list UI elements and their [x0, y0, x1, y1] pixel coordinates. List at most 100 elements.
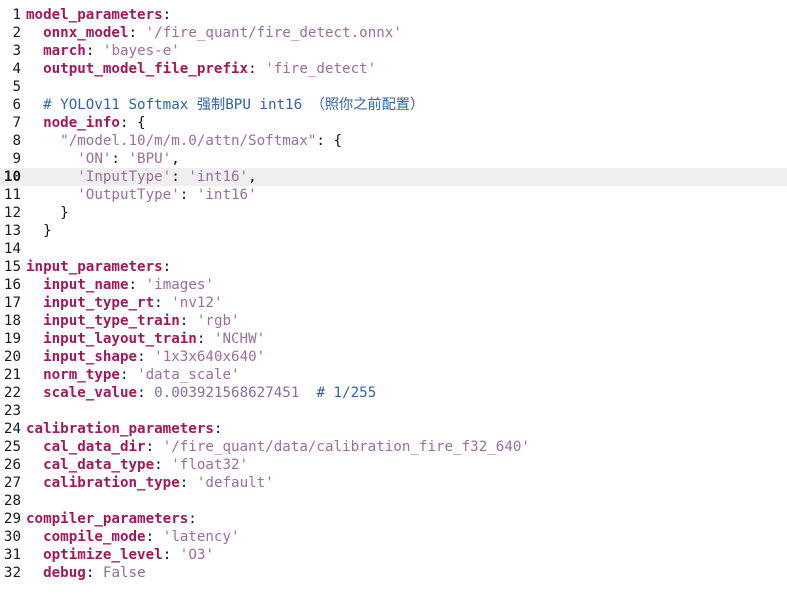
string-value: 'nv12' — [171, 295, 223, 311]
code-line[interactable]: 15 input_parameters: — [0, 258, 787, 276]
line-number: 16 — [3, 277, 21, 293]
yaml-key: debug — [43, 565, 86, 581]
code-line[interactable]: 21 norm_type: 'data_scale' — [0, 366, 787, 384]
punctuation: : — [145, 439, 163, 455]
code-line[interactable]: 31 optimize_level: 'O3' — [0, 546, 787, 564]
code-line[interactable]: 13 } — [0, 222, 787, 240]
string-value: "/model.10/m/m.0/attn/Softmax" — [60, 133, 317, 149]
code-line[interactable]: 17 input_type_rt: 'nv12' — [0, 294, 787, 312]
line-number: 2 — [12, 25, 21, 41]
punctuation: : — [179, 475, 197, 491]
code-line[interactable]: 2 onnx_model: '/fire_quant/fire_detect.o… — [0, 24, 787, 42]
code-line[interactable]: 23 — [0, 402, 787, 420]
line-content: input_shape: '1x3x640x640' — [26, 348, 787, 366]
code-line[interactable]: 12 } — [0, 204, 787, 222]
code-line[interactable]: 29 compiler_parameters: — [0, 510, 787, 528]
code-line[interactable]: 18 input_type_train: 'rgb' — [0, 312, 787, 330]
code-line[interactable]: 25 cal_data_dir: '/fire_quant/data/calib… — [0, 438, 787, 456]
string-value: 'bayes-e' — [102, 43, 180, 59]
comment-text: 强制 — [196, 97, 226, 113]
code-line[interactable]: 28 — [0, 492, 787, 510]
code-line[interactable]: 20 input_shape: '1x3x640x640' — [0, 348, 787, 366]
line-content: 'OutputType': 'int16' — [26, 186, 787, 204]
code-line[interactable]: 26 cal_data_type: 'float32' — [0, 456, 787, 474]
punctuation: : — [213, 421, 223, 437]
line-number: 23 — [3, 403, 21, 419]
yaml-key: node_info — [43, 115, 120, 131]
line-number: 7 — [12, 115, 21, 131]
code-line[interactable]: 19 input_layout_train: 'NCHW' — [0, 330, 787, 348]
code-line[interactable]: 11 'OutputType': 'int16' — [0, 186, 787, 204]
yaml-key: scale_value — [43, 385, 138, 401]
code-line[interactable]: 5 — [0, 78, 787, 96]
yaml-key: norm_type — [43, 367, 120, 383]
code-line[interactable]: 32 debug: False — [0, 564, 787, 582]
number-value: 0.003921568627451 — [154, 385, 300, 401]
line-content: node_info: { — [26, 114, 787, 132]
comment-text: BPU int16 — [225, 97, 311, 113]
code-line[interactable]: 7 node_info: { — [0, 114, 787, 132]
code-line[interactable]: 22 scale_value: 0.003921568627451 # 1/25… — [0, 384, 787, 402]
line-number: 9 — [12, 151, 21, 167]
code-line[interactable]: 9 'ON': 'BPU', — [0, 150, 787, 168]
line-number: 3 — [12, 43, 21, 59]
line-number: 32 — [3, 565, 21, 581]
code-line[interactable]: 16 input_name: 'images' — [0, 276, 787, 294]
punctuation: : — [248, 61, 266, 77]
line-number: 17 — [3, 295, 21, 311]
punctuation: : — [145, 529, 163, 545]
string-value: 'images' — [145, 277, 214, 293]
string-value: 'NCHW' — [213, 331, 266, 347]
line-content: debug: False — [26, 564, 787, 582]
string-value: 'ON' — [77, 151, 112, 167]
line-content: "/model.10/m/m.0/attn/Softmax": { — [26, 132, 787, 150]
code-line[interactable]: 24 calibration_parameters: — [0, 420, 787, 438]
string-value: '/fire_quant/data/calibration_fire_f32_6… — [162, 439, 530, 455]
line-content: } — [26, 204, 787, 222]
code-line[interactable]: 6 # YOLOv11 Softmax 强制BPU int16 （照你之前配置） — [0, 96, 787, 114]
yaml-key: compile_mode — [43, 529, 146, 545]
line-number: 30 — [3, 529, 21, 545]
code-line[interactable]: 4 output_model_file_prefix: 'fire_detect… — [0, 60, 787, 78]
line-number: 26 — [3, 457, 21, 473]
code-line[interactable]: 30 compile_mode: 'latency' — [0, 528, 787, 546]
line-content: compiler_parameters: — [26, 510, 787, 528]
code-line[interactable]: 1 model_parameters: — [0, 6, 787, 24]
punctuation: : — [162, 259, 172, 275]
punctuation: : — [154, 457, 172, 473]
punctuation: : — [171, 169, 189, 185]
code-line[interactable]: 14 — [0, 240, 787, 258]
punctuation: : — [128, 277, 146, 293]
code-line[interactable]: 8 "/model.10/m/m.0/attn/Softmax": { — [0, 132, 787, 150]
punctuation: : — [179, 313, 197, 329]
line-number: 12 — [3, 205, 21, 221]
line-number: 4 — [12, 61, 21, 77]
yaml-key: cal_data_dir — [43, 439, 146, 455]
line-content: 'InputType': 'int16', — [26, 168, 787, 186]
code-line[interactable]: 10 'InputType': 'int16', — [0, 168, 787, 186]
line-number: 14 — [3, 241, 21, 257]
punctuation: } — [60, 205, 69, 221]
line-number: 19 — [3, 331, 21, 347]
line-content: input_layout_train: 'NCHW' — [26, 330, 787, 348]
code-editor[interactable]: 1 model_parameters: 2 onnx_model: '/fire_q… — [0, 0, 787, 615]
code-line[interactable]: 3 march: 'bayes-e' — [0, 42, 787, 60]
line-content: # YOLOv11 Softmax 强制BPU int16 （照你之前配置） — [26, 96, 787, 114]
yaml-key: input_parameters — [26, 259, 163, 275]
code-line[interactable]: 27 calibration_type: 'default' — [0, 474, 787, 492]
yaml-key: input_shape — [43, 349, 138, 365]
yaml-key: input_layout_train — [43, 331, 197, 347]
